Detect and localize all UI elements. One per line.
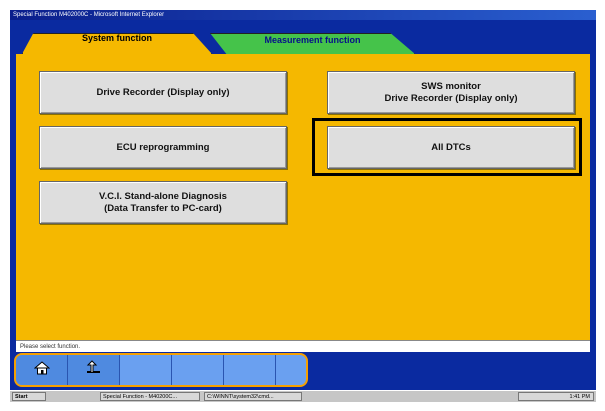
status-message: Please select function.	[16, 340, 590, 352]
back-arrow-icon	[85, 359, 103, 381]
start-button[interactable]: Start	[12, 392, 46, 401]
taskbar-item-label: Special Function - M40200C...	[103, 394, 177, 400]
drive-recorder-label: Drive Recorder (Display only)	[96, 86, 230, 98]
all-dtcs-label: All DTCs	[431, 141, 471, 153]
sws-drive-recorder-label: Drive Recorder (Display only)	[384, 92, 518, 104]
window-title: Special Function M402000C - Microsoft In…	[10, 10, 596, 20]
taskbar-item-cmd[interactable]: C:\WINNT\system32\cmd...	[204, 392, 302, 401]
vci-label: V.C.I. Stand-alone Diagnosis	[99, 190, 227, 202]
vci-standalone-button[interactable]: V.C.I. Stand-alone Diagnosis (Data Trans…	[39, 181, 287, 224]
sws-monitor-button[interactable]: SWS monitor Drive Recorder (Display only…	[327, 71, 575, 114]
ecu-reprogramming-button[interactable]: ECU reprogramming	[39, 126, 287, 169]
nav-slot-6[interactable]	[276, 355, 306, 385]
nav-slot-3[interactable]	[120, 355, 172, 385]
function-panel: Drive Recorder (Display only) SWS monito…	[16, 54, 590, 340]
taskbar-item-label: C:\WINNT\system32\cmd...	[207, 394, 274, 400]
ecu-reprogramming-label: ECU reprogramming	[116, 141, 210, 153]
tab-strip: System function Measurement function	[10, 20, 596, 54]
all-dtcs-button[interactable]: All DTCs	[327, 126, 575, 169]
taskbar: Start Special Function - M40200C... C:\W…	[10, 390, 596, 402]
home-button[interactable]	[16, 355, 68, 385]
home-icon	[33, 360, 50, 381]
app-window: Special Function M402000C - Microsoft In…	[10, 10, 596, 402]
vci-sublabel: (Data Transfer to PC-card)	[104, 202, 222, 214]
start-label: Start	[15, 394, 28, 400]
system-tray: 1:41 PM	[518, 392, 594, 401]
nav-slot-4[interactable]	[172, 355, 224, 385]
drive-recorder-button[interactable]: Drive Recorder (Display only)	[39, 71, 287, 114]
back-button[interactable]	[68, 355, 120, 385]
taskbar-item-special-function[interactable]: Special Function - M40200C...	[100, 392, 200, 401]
nav-slot-5[interactable]	[224, 355, 276, 385]
tab-system-function[interactable]: System function	[22, 33, 212, 54]
navigation-bar	[14, 353, 308, 387]
sws-monitor-label: SWS monitor	[421, 80, 481, 92]
tab-measurement-function[interactable]: Measurement function	[210, 33, 415, 54]
clock: 1:41 PM	[569, 394, 590, 400]
